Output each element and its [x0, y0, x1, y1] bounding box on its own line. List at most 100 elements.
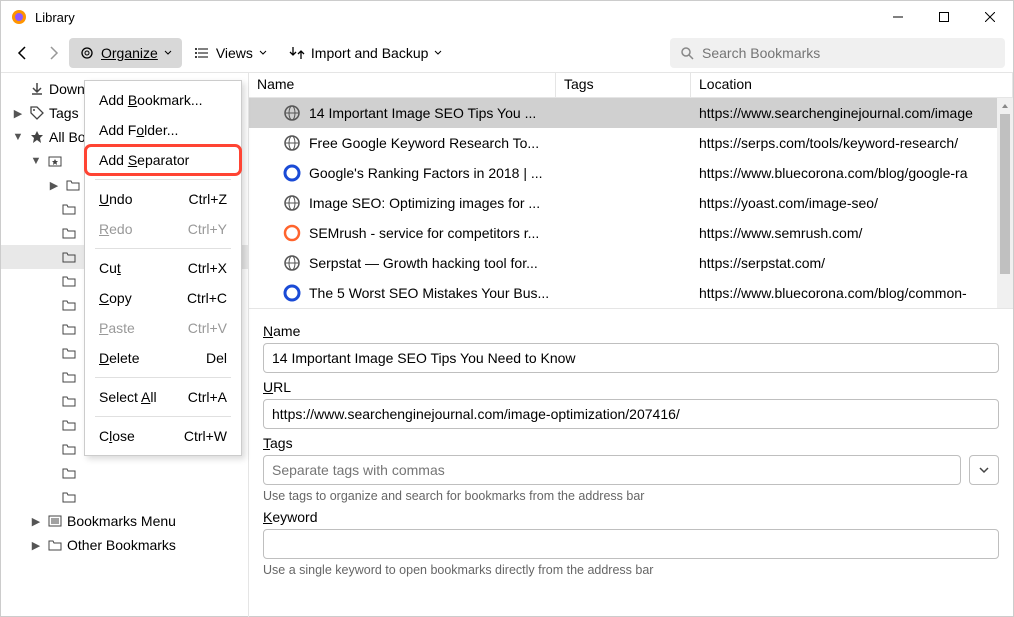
folder-icon [61, 346, 77, 360]
favicon-icon [283, 104, 301, 122]
views-button[interactable]: Views [184, 38, 277, 68]
search-field[interactable] [702, 45, 995, 61]
import-backup-button[interactable]: Import and Backup [279, 38, 453, 68]
back-button[interactable] [9, 39, 37, 67]
chevron-down-icon [434, 49, 442, 57]
forward-button[interactable] [39, 39, 67, 67]
keyword-input[interactable] [263, 529, 999, 559]
tags-label: Tags [263, 435, 999, 451]
bookmark-row[interactable]: Image SEO: Optimizing images for ...http… [249, 188, 1013, 218]
column-tags[interactable]: Tags [556, 73, 691, 97]
row-name: SEMrush - service for competitors r... [309, 225, 556, 241]
menu-add-folder[interactable]: Add Folder... [85, 115, 241, 145]
toolbar: Organize Views Import and Backup [1, 33, 1013, 73]
scroll-up-icon[interactable] [997, 98, 1013, 114]
import-export-icon [289, 45, 305, 61]
row-name: The 5 Worst SEO Mistakes Your Bus... [309, 285, 556, 301]
favicon-icon [283, 164, 301, 182]
expand-icon[interactable]: ▶ [29, 515, 43, 528]
sidebar-other-bookmarks[interactable]: ▶ Other Bookmarks [1, 533, 248, 557]
sidebar-subfolder[interactable] [1, 485, 248, 509]
column-name[interactable]: Name [249, 73, 556, 97]
tag-icon [29, 106, 45, 120]
bookmark-row[interactable]: SEMrush - service for competitors r... ht… [249, 218, 1013, 248]
menu-paste: PasteCtrl+V [85, 313, 241, 343]
row-location: https://www.semrush.com/ [691, 225, 1013, 241]
row-name: Free Google Keyword Research To... [309, 135, 556, 151]
favicon-icon [283, 194, 301, 212]
row-name: Serpstat — Growth hacking tool for... [309, 255, 556, 271]
folder-menu-icon [47, 514, 63, 528]
bookmark-row[interactable]: Google's Ranking Factors in 2018 | ...ht… [249, 158, 1013, 188]
sidebar-subfolder[interactable] [1, 461, 248, 485]
gear-icon [79, 45, 95, 61]
bookmark-row[interactable]: Free Google Keyword Research To... https:… [249, 128, 1013, 158]
folder-icon [61, 250, 77, 264]
collapse-icon[interactable]: ▼ [11, 131, 25, 143]
name-input[interactable] [263, 343, 999, 373]
sidebar-bookmarks-menu[interactable]: ▶ Bookmarks Menu [1, 509, 248, 533]
folder-icon [61, 274, 77, 288]
bookmark-row[interactable]: Serpstat — Growth hacking tool for... htt… [249, 248, 1013, 278]
search-bookmarks-input[interactable] [670, 38, 1005, 68]
tags-dropdown-button[interactable] [969, 455, 999, 485]
close-button[interactable] [967, 1, 1013, 33]
detail-panel: Name URL Tags Use tags to organize and s… [249, 308, 1013, 585]
menu-delete[interactable]: DeleteDel [85, 343, 241, 373]
chevron-down-icon [164, 49, 172, 57]
folder-icon [61, 466, 77, 480]
row-location: https://serps.com/tools/keyword-research… [691, 135, 1013, 151]
url-input[interactable] [263, 399, 999, 429]
expand-icon[interactable]: ▶ [47, 179, 61, 192]
row-location: https://serpstat.com/ [691, 255, 1013, 271]
folder-icon [61, 202, 77, 216]
folder-icon [61, 226, 77, 240]
maximize-button[interactable] [921, 1, 967, 33]
favicon-icon [283, 134, 301, 152]
folder-icon [61, 322, 77, 336]
titlebar: Library [1, 1, 1013, 33]
menu-add-separator[interactable]: Add Separator [85, 145, 241, 175]
menu-undo[interactable]: UndoCtrl+Z [85, 184, 241, 214]
collapse-icon[interactable]: ▼ [29, 155, 43, 167]
row-location: https://www.bluecorona.com/blog/common- [691, 285, 1013, 301]
folder-icon [61, 370, 77, 384]
row-name: Google's Ranking Factors in 2018 | ... [309, 165, 556, 181]
folder-icon [47, 538, 63, 552]
row-name: 14 Important Image SEO Tips You ... [309, 105, 556, 121]
column-headers: Name Tags Location [249, 73, 1013, 98]
bookmark-row[interactable]: The 5 Worst SEO Mistakes Your Bus... http… [249, 278, 1013, 308]
favicon-icon [283, 284, 301, 302]
row-location: https://yoast.com/image-seo/ [691, 195, 1013, 211]
menu-cut[interactable]: CutCtrl+X [85, 253, 241, 283]
folder-star-icon [47, 154, 63, 168]
folder-icon [61, 490, 77, 504]
vertical-scrollbar[interactable] [997, 98, 1013, 308]
download-icon [29, 82, 45, 96]
scrollbar-thumb[interactable] [1000, 114, 1010, 274]
keyword-label: Keyword [263, 509, 999, 525]
bookmark-list: 14 Important Image SEO Tips You ... https… [249, 98, 1013, 308]
menu-close[interactable]: CloseCtrl+W [85, 421, 241, 451]
minimize-button[interactable] [875, 1, 921, 33]
menu-add-bookmark[interactable]: Add Bookmark... [85, 85, 241, 115]
tags-hint: Use tags to organize and search for book… [263, 489, 999, 503]
menu-select-all[interactable]: Select AllCtrl+A [85, 382, 241, 412]
tags-input[interactable] [263, 455, 961, 485]
menu-copy[interactable]: CopyCtrl+C [85, 283, 241, 313]
menu-separator [95, 179, 231, 180]
name-label: Name [263, 323, 999, 339]
organize-button[interactable]: Organize [69, 38, 182, 68]
folder-icon [65, 178, 81, 192]
bookmark-row[interactable]: 14 Important Image SEO Tips You ...https… [249, 98, 1013, 128]
menu-redo: RedoCtrl+Y [85, 214, 241, 244]
column-location[interactable]: Location [691, 73, 1013, 97]
chevron-down-icon [259, 49, 267, 57]
menu-separator [95, 248, 231, 249]
organize-menu: Add Bookmark... Add Folder... Add Separa… [84, 80, 242, 456]
expand-icon[interactable]: ▶ [29, 539, 43, 552]
expand-icon[interactable]: ▶ [11, 107, 25, 120]
search-icon [680, 46, 694, 60]
menu-separator [95, 377, 231, 378]
url-label: URL [263, 379, 999, 395]
